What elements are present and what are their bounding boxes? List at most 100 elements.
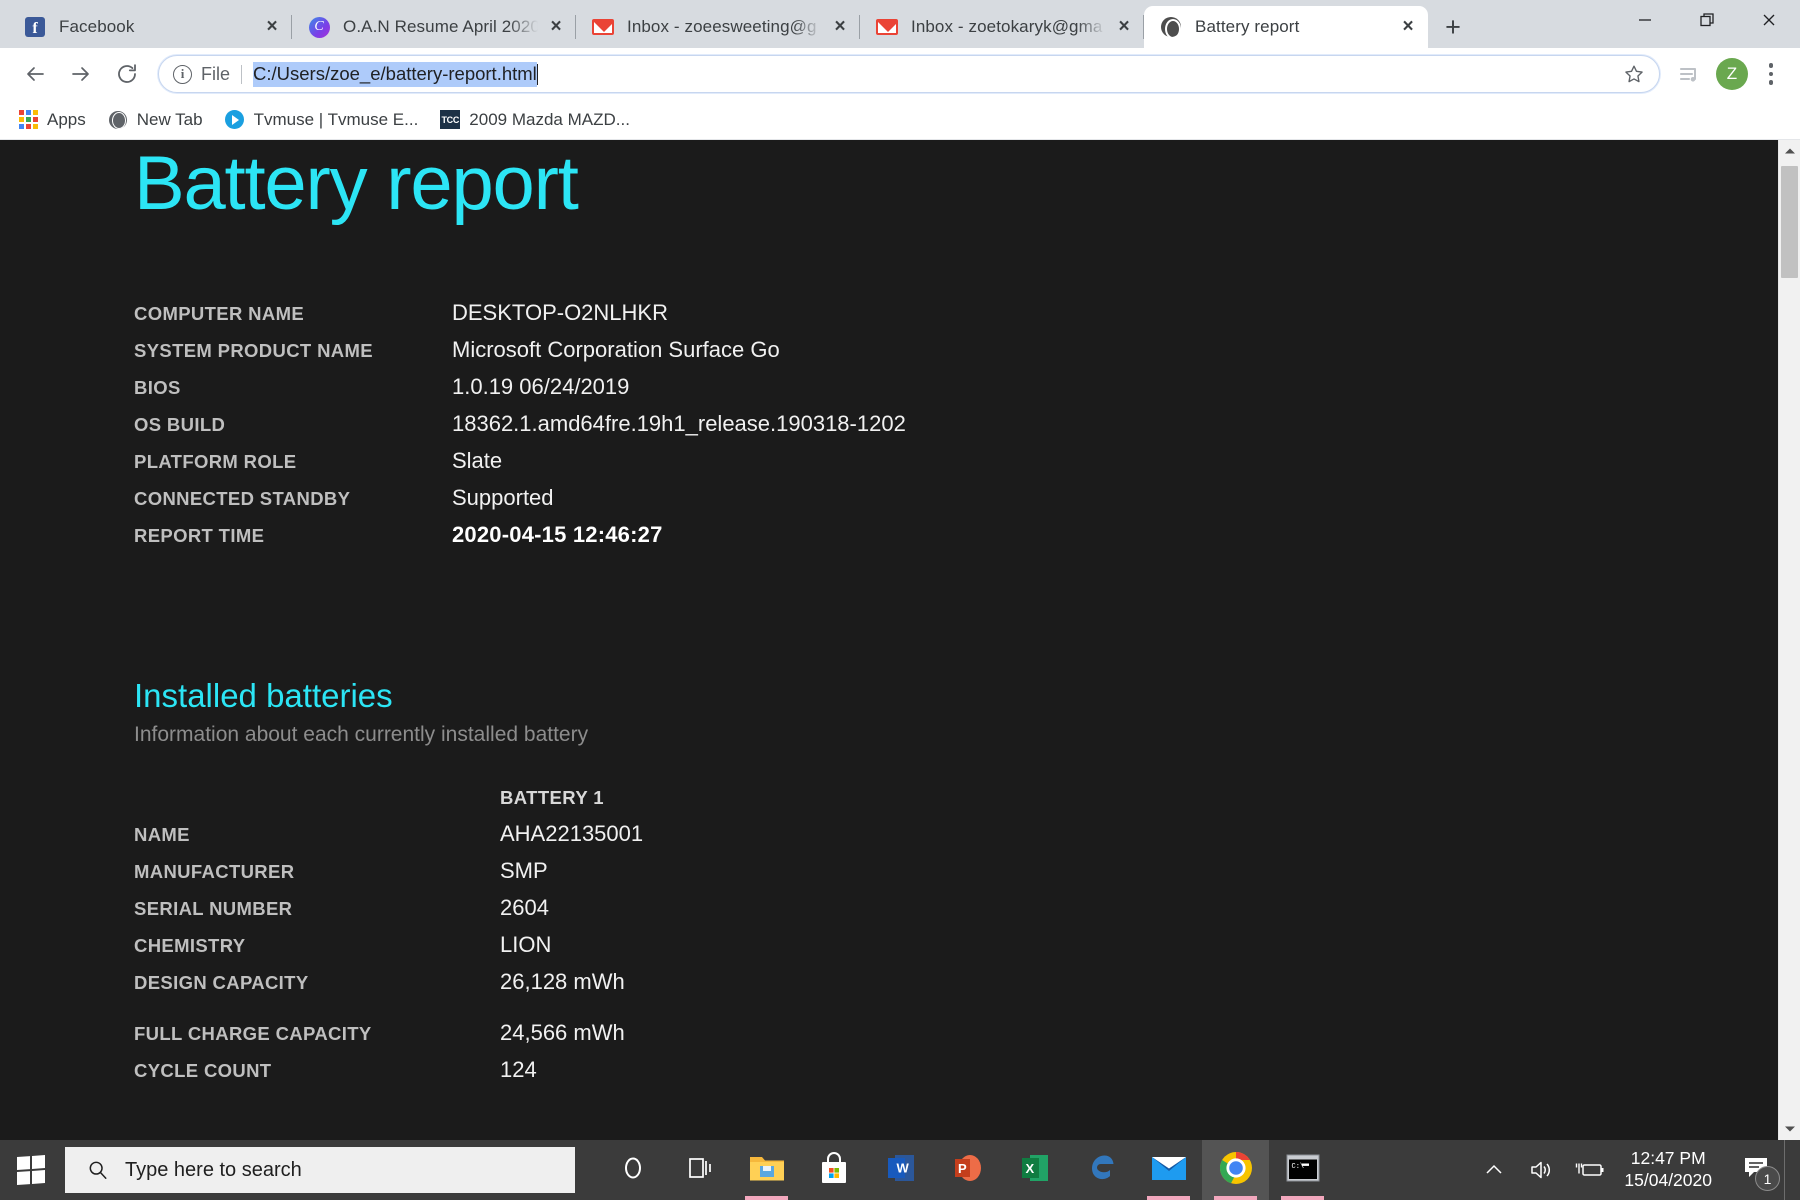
facebook-icon: f xyxy=(24,16,46,38)
media-playlist-icon[interactable] xyxy=(1670,54,1710,94)
system-tray: 12:47 PM 15/04/2020 1 xyxy=(1470,1140,1800,1200)
battery-details-table: NAME AHA22135001 MANUFACTURER SMP SERIAL… xyxy=(134,821,1778,1094)
row-key: CHEMISTRY xyxy=(134,935,246,956)
row-key: OS BUILD xyxy=(134,414,226,435)
taskbar-app-excel[interactable]: X xyxy=(1001,1140,1068,1200)
windows-logo-icon xyxy=(17,1154,46,1186)
browser-tab-active[interactable]: Battery report × xyxy=(1144,6,1428,48)
row-value: SMP xyxy=(500,858,548,883)
taskbar-app-mail[interactable] xyxy=(1135,1140,1202,1200)
bookmarks-bar: Apps New Tab Tvmuse | Tvmuse E... TCC 20… xyxy=(0,100,1800,140)
tab-title: Inbox - zoetokaryk@gma xyxy=(911,17,1103,36)
show-desktop-button[interactable] xyxy=(1784,1140,1794,1200)
close-icon[interactable] xyxy=(1738,0,1800,40)
speaker-icon[interactable] xyxy=(1518,1140,1566,1200)
browser-tab[interactable]: Inbox - zoetokaryk@gma × xyxy=(860,6,1144,48)
scheme-label: File xyxy=(201,63,231,84)
notification-center-button[interactable]: 1 xyxy=(1728,1140,1784,1200)
browser-tab[interactable]: Inbox - zoeesweeting@g × xyxy=(576,6,860,48)
bookmark-star-icon[interactable] xyxy=(1617,57,1651,91)
mail-icon xyxy=(1150,1153,1188,1188)
taskbar-clock[interactable]: 12:47 PM 15/04/2020 xyxy=(1614,1148,1728,1192)
clock-date: 15/04/2020 xyxy=(1624,1170,1712,1190)
site-info-icon[interactable]: i xyxy=(173,64,192,84)
bookmark-new-tab[interactable]: New Tab xyxy=(108,110,203,130)
taskbar-app-chrome[interactable] xyxy=(1202,1140,1269,1200)
text-caret xyxy=(536,63,539,85)
running-indicator xyxy=(1147,1196,1190,1200)
tcc-icon: TCC xyxy=(440,110,461,130)
bookmark-label: 2009 Mazda MAZD... xyxy=(469,109,630,129)
scrollbar-thumb[interactable] xyxy=(1781,166,1798,278)
new-tab-button[interactable]: + xyxy=(1430,8,1476,46)
globe-icon xyxy=(1160,16,1182,39)
start-button[interactable] xyxy=(0,1140,63,1200)
gmail-icon xyxy=(592,16,614,38)
row-key: COMPUTER NAME xyxy=(134,303,305,324)
forward-icon[interactable] xyxy=(58,51,104,97)
chevron-up-icon[interactable] xyxy=(1470,1140,1518,1200)
tab-title: O.A.N Resume April 2020 xyxy=(343,17,538,36)
battery-charging-icon[interactable] xyxy=(1566,1140,1614,1200)
battery-report-page: Battery report COMPUTER NAME DESKTOP-O2N… xyxy=(0,140,1778,1140)
edge-icon xyxy=(1085,1151,1119,1190)
search-icon xyxy=(87,1159,109,1181)
row-value: Supported xyxy=(452,485,554,510)
chrome-menu-icon[interactable] xyxy=(1754,55,1788,93)
svg-text:X: X xyxy=(1025,1161,1034,1176)
search-placeholder: Type here to search xyxy=(125,1158,302,1181)
tab-close-icon[interactable]: × xyxy=(258,13,286,41)
taskbar-app-edge[interactable] xyxy=(1068,1140,1135,1200)
row-key: BIOS xyxy=(134,377,181,398)
table-row: REPORT TIME 2020-04-15 12:46:27 xyxy=(134,522,1778,559)
powerpoint-icon: P xyxy=(951,1151,985,1190)
row-key: FULL CHARGE CAPACITY xyxy=(134,1023,372,1044)
tab-strip: f Facebook × C O.A.N Resume April 2020 ×… xyxy=(0,0,1800,48)
taskbar-app-cortana[interactable] xyxy=(599,1140,666,1200)
bookmark-tvmuse[interactable]: Tvmuse | Tvmuse E... xyxy=(225,110,418,130)
taskbar-app-microsoft-store[interactable] xyxy=(800,1140,867,1200)
chrome-browser-window: f Facebook × C O.A.N Resume April 2020 ×… xyxy=(0,0,1800,1140)
reload-icon[interactable] xyxy=(104,51,150,97)
table-row: NAME AHA22135001 xyxy=(134,821,1778,858)
scroll-down-icon[interactable] xyxy=(1779,1118,1800,1140)
row-value: Microsoft Corporation Surface Go xyxy=(452,337,780,362)
browser-tab[interactable]: C O.A.N Resume April 2020 × xyxy=(292,6,576,48)
tab-close-icon[interactable]: × xyxy=(826,13,854,41)
svg-text:P: P xyxy=(958,1161,967,1176)
tab-close-icon[interactable]: × xyxy=(1110,13,1138,41)
windows-taskbar: Type here to search W P X C:\ 12:47 PM 1… xyxy=(0,1140,1800,1200)
row-key: DESIGN CAPACITY xyxy=(134,972,309,993)
page-viewport: Battery report COMPUTER NAME DESKTOP-O2N… xyxy=(0,140,1800,1140)
maximize-restore-icon[interactable] xyxy=(1676,0,1738,40)
taskbar-app-powerpoint[interactable]: P xyxy=(934,1140,1001,1200)
row-key: CYCLE COUNT xyxy=(134,1060,272,1081)
scroll-up-icon[interactable] xyxy=(1779,140,1800,162)
tab-close-icon[interactable]: × xyxy=(542,13,570,41)
address-bar[interactable]: i File C:/Users/zoe_e/battery-report.htm… xyxy=(158,55,1660,93)
taskbar-search-input[interactable]: Type here to search xyxy=(65,1147,575,1193)
profile-avatar[interactable]: Z xyxy=(1716,58,1748,90)
tab-close-icon[interactable]: × xyxy=(1394,13,1422,41)
row-value: 2020-04-15 12:46:27 xyxy=(452,522,663,547)
row-key: SERIAL NUMBER xyxy=(134,898,293,919)
taskbar-app-word[interactable]: W xyxy=(867,1140,934,1200)
table-row: CYCLE COUNT 124 xyxy=(134,1057,1778,1094)
browser-tab[interactable]: f Facebook × xyxy=(8,6,292,48)
taskbar-app-command-prompt[interactable]: C:\ xyxy=(1269,1140,1336,1200)
table-row: SYSTEM PRODUCT NAME Microsoft Corporatio… xyxy=(134,337,1778,374)
gmail-icon xyxy=(876,16,898,38)
row-value: DESKTOP-O2NLHKR xyxy=(452,300,668,325)
minimize-icon[interactable] xyxy=(1614,0,1676,40)
bookmark-apps[interactable]: Apps xyxy=(18,110,86,130)
taskbar-app-file-explorer[interactable] xyxy=(733,1140,800,1200)
bookmark-mazda[interactable]: TCC 2009 Mazda MAZD... xyxy=(440,110,630,130)
vertical-scrollbar[interactable] xyxy=(1778,140,1800,1140)
url-input[interactable]: C:/Users/zoe_e/battery-report.html xyxy=(253,61,537,87)
row-key: MANUFACTURER xyxy=(134,861,295,882)
table-row: MANUFACTURER SMP xyxy=(134,858,1778,895)
taskbar-task-view[interactable] xyxy=(666,1140,733,1200)
back-icon[interactable] xyxy=(12,51,58,97)
tab-title: Facebook xyxy=(59,17,135,36)
